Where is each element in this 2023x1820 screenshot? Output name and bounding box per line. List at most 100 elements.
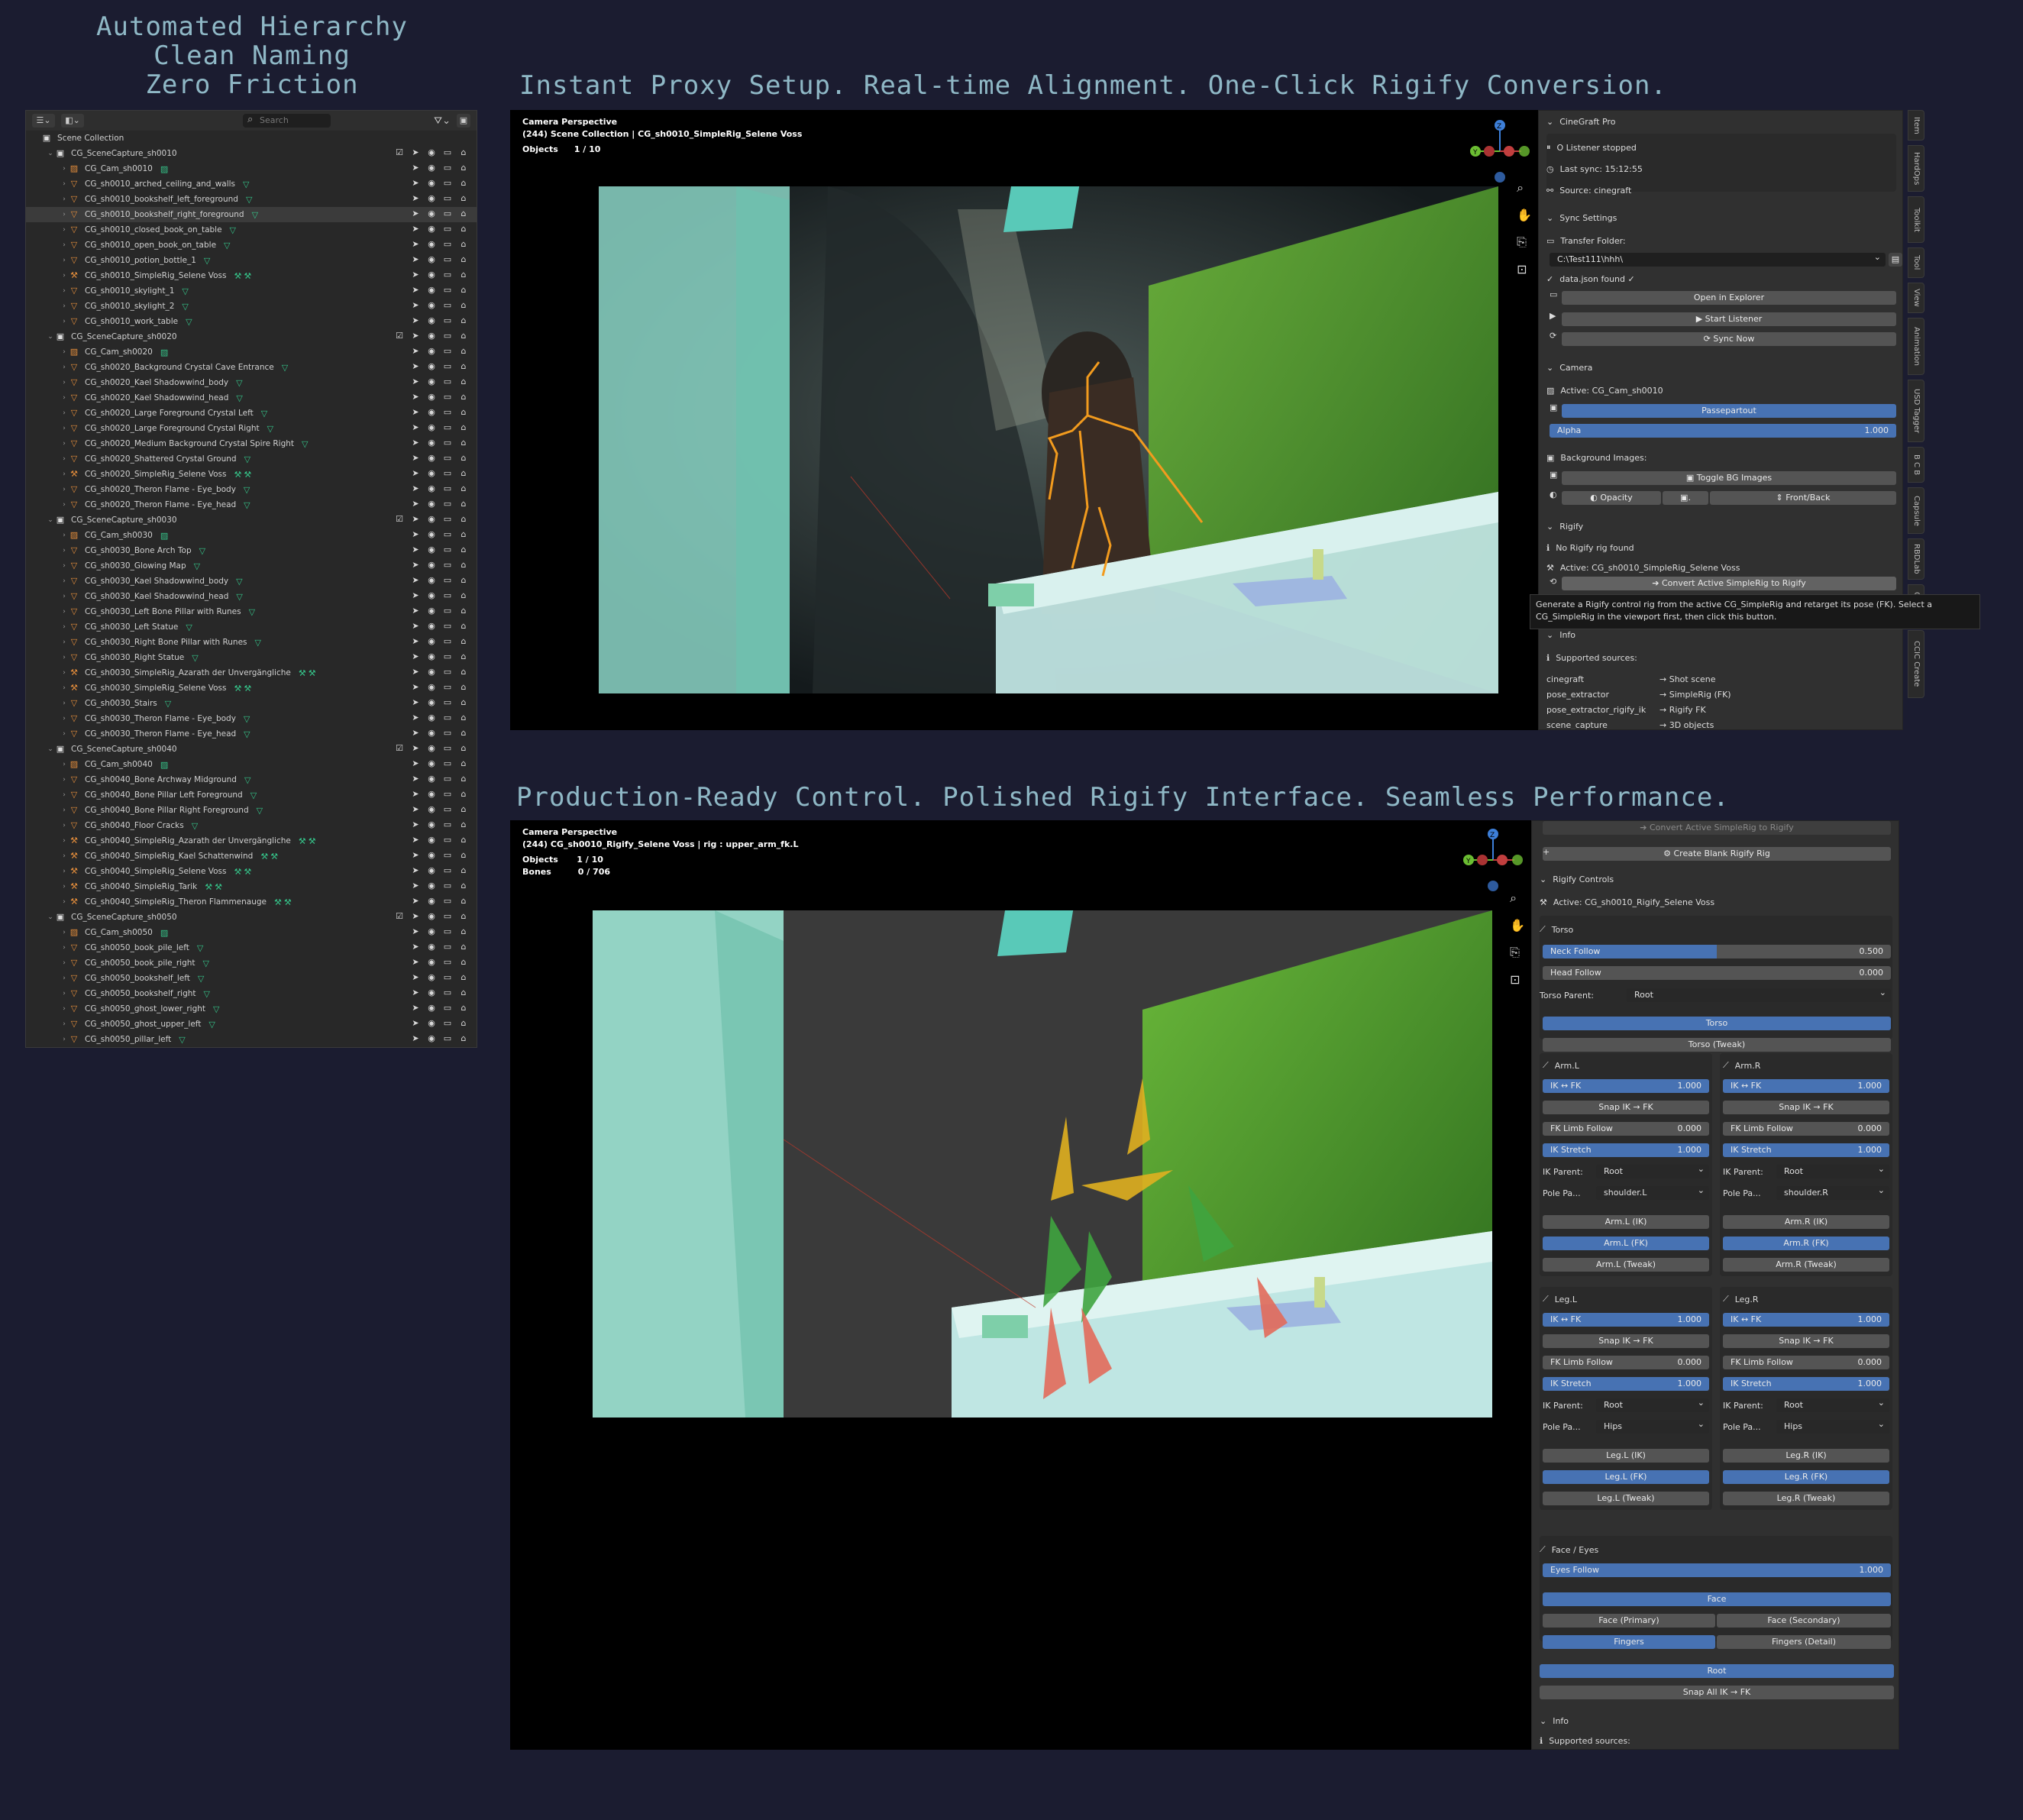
render-icon[interactable]: ⌂: [458, 881, 469, 891]
outliner-row[interactable]: › ▽ CG_sh0030_Right Statue ▽ ➤ ◉ ▭ ⌂: [26, 650, 477, 665]
eye-icon[interactable]: ◉: [426, 147, 437, 157]
pan-hand-icon[interactable]: ✋: [1517, 208, 1532, 222]
limb-fk-button[interactable]: Arm.R (FK): [1723, 1237, 1889, 1250]
select-icon[interactable]: ➤: [410, 972, 421, 982]
chevron-right-icon[interactable]: ›: [60, 379, 69, 386]
outliner-row[interactable]: › ▽ CG_sh0020_Large Foreground Crystal Rig…: [26, 421, 477, 436]
snap-all-button[interactable]: Snap All IK → FK: [1540, 1686, 1894, 1699]
ik-stretch-slider[interactable]: IK Stretch 1.000: [1723, 1377, 1889, 1391]
info-section-header[interactable]: ⌄ Info: [1540, 1713, 1891, 1728]
checkbox-icon[interactable]: [394, 636, 405, 646]
chevron-right-icon[interactable]: ›: [60, 623, 69, 631]
outliner-row[interactable]: › ▽ CG_sh0020_Medium Background Crystal Sp…: [26, 436, 477, 451]
viewport-icon[interactable]: ▭: [442, 881, 453, 891]
outliner-row[interactable]: › ▽ CG_sh0020_Large Foreground Crystal Lef…: [26, 406, 477, 421]
ik-stretch-slider[interactable]: IK Stretch 1.000: [1543, 1377, 1709, 1391]
checkbox-icon[interactable]: ☑: [394, 331, 405, 341]
select-icon[interactable]: ➤: [410, 575, 421, 585]
select-icon[interactable]: ➤: [410, 377, 421, 386]
render-icon[interactable]: ⌂: [458, 315, 469, 325]
ik-fk-slider[interactable]: IK ↔ FK 1.000: [1723, 1079, 1889, 1093]
checkbox-icon[interactable]: [394, 315, 405, 325]
eye-icon[interactable]: ◉: [426, 865, 437, 875]
chevron-right-icon[interactable]: ›: [60, 791, 69, 799]
pole-parent-select[interactable]: shoulder.R: [1776, 1184, 1889, 1200]
chevron-right-icon[interactable]: ›: [60, 302, 69, 310]
render-icon[interactable]: ⌂: [458, 850, 469, 860]
sidebar-tab[interactable]: HardOps: [1908, 145, 1924, 192]
checkbox-icon[interactable]: [394, 896, 405, 906]
outliner-row[interactable]: › ▨ CG_Cam_sh0050 ▨ ➤ ◉ ▭ ⌂: [26, 925, 477, 940]
select-icon[interactable]: ➤: [410, 392, 421, 402]
chevron-right-icon[interactable]: ›: [60, 257, 69, 264]
outliner-row[interactable]: › ▽ CG_sh0010_closed_book_on_table ▽ ➤ ◉ ▭ ⌂: [26, 222, 477, 238]
chevron-right-icon[interactable]: ›: [60, 715, 69, 723]
viewport-top[interactable]: Camera Perspective (244) Scene Collectio…: [510, 110, 1538, 730]
limb-tweak-button[interactable]: Leg.L (Tweak): [1543, 1492, 1709, 1505]
create-blank-rigify-button[interactable]: ⚙ Create Blank Rigify Rig: [1543, 847, 1891, 861]
eye-icon[interactable]: ◉: [426, 1003, 437, 1013]
render-icon[interactable]: ⌂: [458, 1033, 469, 1043]
camera-view-icon[interactable]: ⎘: [1517, 234, 1532, 250]
checkbox-icon[interactable]: [394, 881, 405, 891]
pole-parent-select[interactable]: Hips: [1776, 1418, 1889, 1434]
outliner-row[interactable]: › ▽ CG_sh0030_Right Bone Pillar with Runes…: [26, 635, 477, 650]
chevron-right-icon[interactable]: ›: [60, 501, 69, 509]
render-icon[interactable]: ⌂: [458, 239, 469, 249]
outliner-row[interactable]: ⌄ ▣ CG_SceneCapture_sh0030 ☑ ➤ ◉ ▭ ⌂: [26, 512, 477, 528]
eye-icon[interactable]: ◉: [426, 300, 437, 310]
checkbox-icon[interactable]: ☑: [394, 743, 405, 753]
outliner-row[interactable]: › ▽ CG_sh0030_Theron Flame - Eye_head ▽ ➤ ◉ ▭ ⌂: [26, 726, 477, 742]
select-icon[interactable]: ➤: [410, 209, 421, 218]
limb-ik-button[interactable]: Leg.L (IK): [1543, 1449, 1709, 1463]
viewport-icon[interactable]: ▭: [442, 147, 453, 157]
checkbox-icon[interactable]: [394, 422, 405, 432]
render-icon[interactable]: ⌂: [458, 651, 469, 661]
render-icon[interactable]: ⌂: [458, 224, 469, 234]
select-icon[interactable]: ➤: [410, 1003, 421, 1013]
chevron-down-icon[interactable]: ⌄: [46, 333, 55, 341]
select-icon[interactable]: ➤: [410, 697, 421, 707]
viewport-icon[interactable]: ▭: [442, 636, 453, 646]
eyes-follow-slider[interactable]: Eyes Follow 1.000: [1543, 1563, 1891, 1577]
front-back-button[interactable]: ⇕ Front/Back: [1710, 491, 1896, 505]
render-icon[interactable]: ⌂: [458, 254, 469, 264]
ik-stretch-slider[interactable]: IK Stretch 1.000: [1543, 1143, 1709, 1157]
render-icon[interactable]: ⌂: [458, 483, 469, 493]
convert-to-rigify-button[interactable]: ➔ Convert Active SimpleRig to Rigify: [1543, 821, 1891, 835]
checkbox-icon[interactable]: [394, 865, 405, 875]
checkbox-icon[interactable]: [394, 163, 405, 173]
select-icon[interactable]: ➤: [410, 147, 421, 157]
viewport-icon[interactable]: ▭: [442, 957, 453, 967]
render-icon[interactable]: ⌂: [458, 865, 469, 875]
convert-to-rigify-button[interactable]: ➔ Convert Active SimpleRig to Rigify: [1562, 577, 1896, 590]
select-icon[interactable]: ➤: [410, 926, 421, 936]
select-icon[interactable]: ➤: [410, 636, 421, 646]
outliner-row[interactable]: › ⚒ CG_sh0010_SimpleRig_Selene Voss ⚒⚒ ➤ ◉ ▭ ⌂: [26, 268, 477, 283]
checkbox-icon[interactable]: ☑: [394, 911, 405, 921]
outliner-row[interactable]: ⌄ ▣ CG_SceneCapture_sh0020 ☑ ➤ ◉ ▭ ⌂: [26, 329, 477, 344]
select-icon[interactable]: ➤: [410, 285, 421, 295]
chevron-right-icon[interactable]: ›: [60, 180, 69, 188]
viewport-icon[interactable]: ▭: [442, 209, 453, 218]
outliner-row[interactable]: › ▽ CG_sh0020_Kael Shadowwind_head ▽ ➤ ◉ ▭ ⌂: [26, 390, 477, 406]
render-icon[interactable]: ⌂: [458, 1003, 469, 1013]
outliner-row[interactable]: › ⚒ CG_sh0040_SimpleRig_Kael Schattenwind ⚒…: [26, 849, 477, 864]
chevron-right-icon[interactable]: ›: [60, 684, 69, 692]
render-icon[interactable]: ⌂: [458, 193, 469, 203]
chevron-right-icon[interactable]: ›: [60, 837, 69, 845]
select-icon[interactable]: ➤: [410, 728, 421, 738]
chevron-right-icon[interactable]: ›: [60, 761, 69, 768]
viewport-icon[interactable]: ▭: [442, 560, 453, 570]
outliner-row[interactable]: › ▽ CG_sh0010_potion_bottle_1 ▽ ➤ ◉ ▭ ⌂: [26, 253, 477, 268]
viewport-icon[interactable]: ▭: [442, 453, 453, 463]
limb-ik-button[interactable]: Arm.L (IK): [1543, 1215, 1709, 1229]
limb-tweak-button[interactable]: Arm.R (Tweak): [1723, 1258, 1889, 1272]
alpha-slider[interactable]: Alpha 1.000: [1550, 424, 1896, 438]
eye-icon[interactable]: ◉: [426, 422, 437, 432]
eye-icon[interactable]: ◉: [426, 346, 437, 356]
chevron-down-icon[interactable]: ⌄: [46, 745, 55, 753]
outliner-row[interactable]: › ▨ CG_Cam_sh0040 ▨ ➤ ◉ ▭ ⌂: [26, 757, 477, 772]
chevron-right-icon[interactable]: ›: [60, 562, 69, 570]
eye-icon[interactable]: ◉: [426, 499, 437, 509]
